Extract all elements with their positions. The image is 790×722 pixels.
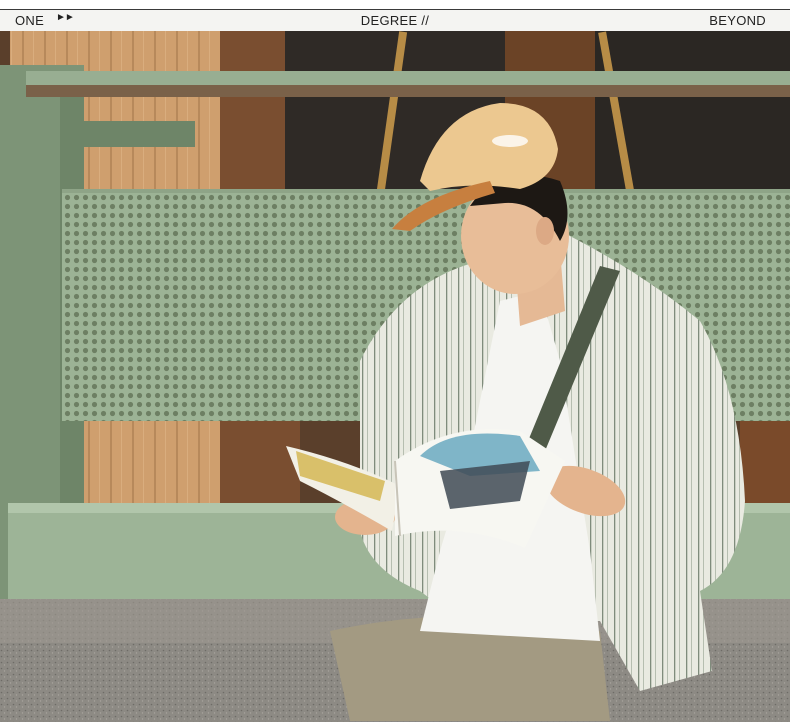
header-right-label: BEYOND — [709, 13, 766, 28]
header-center-label: DEGREE // — [360, 13, 430, 28]
header-bar: ONE ►► DEGREE // BEYOND — [0, 9, 790, 31]
top-margin — [0, 0, 790, 9]
hero-photo — [0, 31, 790, 722]
